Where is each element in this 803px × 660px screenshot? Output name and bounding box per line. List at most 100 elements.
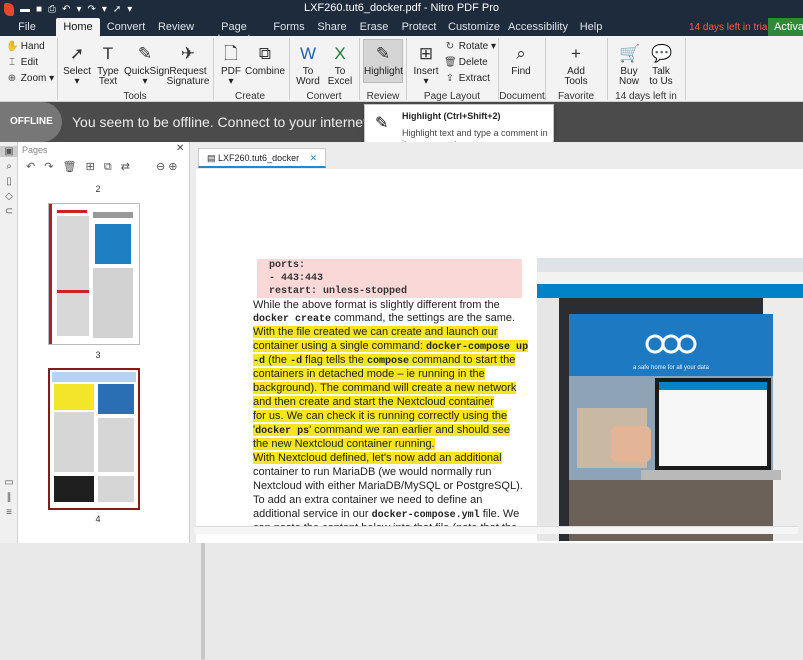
extract-page-icon[interactable]: ⧉ bbox=[104, 161, 112, 173]
extract-button[interactable]: ⇪ Extract bbox=[444, 73, 490, 84]
text-line: To add an extra container we need to def… bbox=[253, 494, 483, 506]
plus-icon: + bbox=[571, 44, 581, 63]
zoom-out-icon[interactable]: ⊖ bbox=[156, 161, 165, 173]
highlighted-text-line: container using a single command: docker… bbox=[253, 340, 529, 353]
trial-text: 14 days left in trial bbox=[689, 22, 770, 33]
page-number: 3 bbox=[95, 350, 101, 360]
highlighted-text-line: background). The command will create a n… bbox=[253, 382, 517, 394]
buy-now-button[interactable]: 🛒 Buy Now bbox=[614, 44, 644, 87]
highlighted-text-line: the new Nextcloud container running. bbox=[253, 438, 435, 450]
document-horizontal-scrollbar[interactable] bbox=[194, 526, 798, 534]
quicksign-button[interactable]: ✎ QuickSign ▾ bbox=[124, 44, 170, 87]
zoom-button[interactable]: ⊕ Zoom ▾ bbox=[6, 73, 54, 84]
to-word-button[interactable]: W To Word bbox=[294, 44, 322, 87]
delete-page-icon[interactable]: 🗑 bbox=[63, 161, 77, 173]
highlighted-text-line: containers in detached mode – ie running… bbox=[253, 368, 485, 380]
tab-home[interactable]: Home bbox=[56, 18, 100, 36]
close-tab-icon[interactable]: ✕ bbox=[310, 153, 318, 163]
paperclip-icon[interactable]: ∥ bbox=[0, 492, 18, 503]
group-label-convert: Convert bbox=[306, 91, 342, 102]
window-title: LXF260.tut6_docker.pdf - Nitro PDF Pro bbox=[303, 2, 500, 14]
nextcloud-screenshot-image: a safe home for all your data bbox=[537, 258, 803, 541]
talk-to-us-button[interactable]: 💬 Talk to Us bbox=[646, 44, 676, 87]
tab-convert[interactable]: Convert bbox=[106, 18, 146, 36]
title-bar: ▬ ■ ⎙ ↶ ▾ ↷ ▾ ➚ ▾ LXF260.tut6_docker.pdf… bbox=[0, 0, 803, 18]
tab-share[interactable]: Share bbox=[316, 18, 348, 36]
tab-erase[interactable]: Erase bbox=[358, 18, 390, 36]
hand-button[interactable]: ✋ Hand bbox=[6, 41, 45, 52]
pages-toolbar: ↶ ↷ 🗑 ⊞ ⧉ ⇄ bbox=[26, 160, 136, 174]
group-label-create: Create bbox=[234, 91, 265, 102]
zoom-in-icon[interactable]: ⊕ bbox=[168, 161, 177, 173]
add-tools-button[interactable]: + Add Tools bbox=[556, 44, 596, 87]
group-label-review: Review bbox=[366, 91, 400, 102]
tag-icon[interactable]: ◇ bbox=[0, 191, 18, 202]
pen-icon: ✎ bbox=[137, 44, 153, 63]
text-line: docker create command, the settings are … bbox=[253, 312, 516, 325]
group-label-document: Document bbox=[499, 91, 545, 102]
offline-badge: OFFLINE bbox=[0, 102, 62, 142]
ribbon: ✋ Hand ⌶ Edit ⊕ Zoom ▾ ➚ Select ▾ T Type Tex… bbox=[0, 36, 803, 113]
nextcloud-photo: a safe home for all your data bbox=[537, 258, 803, 541]
rotate-left-icon[interactable]: ↶ bbox=[26, 161, 35, 173]
code-line: ports: bbox=[257, 259, 522, 272]
select-button[interactable]: ➚ Select ▾ bbox=[62, 44, 92, 87]
pdf-page: ports: - 443:443 restart: unless-stopped… bbox=[196, 169, 803, 543]
page-3-preview bbox=[49, 204, 133, 344]
edit-icon: ⌶ bbox=[9, 57, 15, 68]
insert-page-icon: ⊞ bbox=[418, 44, 434, 63]
code-line: - 443:443 bbox=[257, 272, 522, 285]
type-text-button[interactable]: T Type Text bbox=[94, 44, 122, 87]
find-button[interactable]: ⌕ Find bbox=[504, 44, 538, 77]
tab-review[interactable]: Review bbox=[156, 18, 196, 36]
highlighted-text-line: With Nextcloud defined, let's now add an… bbox=[253, 452, 502, 464]
activate-button[interactable]: Activa bbox=[768, 18, 803, 36]
insert-button[interactable]: ⊞ Insert ▾ bbox=[412, 44, 440, 87]
page-thumbnail-3[interactable] bbox=[48, 203, 140, 345]
rotate-right-icon[interactable]: ↷ bbox=[44, 161, 53, 173]
close-icon[interactable]: ✕ bbox=[176, 143, 184, 154]
bookmark-icon[interactable]: ▯ bbox=[0, 176, 18, 187]
document-area: ▤ LXF260.tut6_docker ✕ ports: - 443:443 … bbox=[190, 142, 803, 543]
extract-icon: ⇪ bbox=[445, 73, 455, 84]
chat-icon: 💬 bbox=[651, 44, 673, 63]
trash-icon: 🗑 bbox=[444, 57, 457, 68]
tab-accessibility[interactable]: Accessibility bbox=[508, 18, 568, 36]
tab-protect[interactable]: Protect bbox=[400, 18, 438, 36]
send-icon: ✈ bbox=[180, 44, 196, 63]
request-signature-button[interactable]: ✈ Request Signature bbox=[166, 44, 210, 87]
document-tab[interactable]: ▤ LXF260.tut6_docker ✕ bbox=[198, 148, 327, 168]
insert-page-icon[interactable]: ⊞ bbox=[86, 161, 95, 173]
type-text-icon: T bbox=[102, 44, 114, 63]
tab-customize[interactable]: Customize bbox=[448, 18, 500, 36]
thumbnail-zoom: ⊖ ⊕ bbox=[156, 160, 178, 173]
tab-file[interactable]: File bbox=[8, 18, 46, 36]
combine-button[interactable]: ⧉ Combine bbox=[245, 44, 285, 77]
page-number: 2 bbox=[95, 184, 101, 194]
replace-page-icon[interactable]: ⇄ bbox=[121, 161, 130, 173]
group-label-tools: Tools bbox=[123, 91, 147, 102]
tab-forms[interactable]: Forms bbox=[272, 18, 306, 36]
create-pdf-button[interactable]: 🗋 PDF ▾ bbox=[218, 44, 244, 87]
comments-icon[interactable]: ▭ bbox=[0, 477, 18, 488]
tab-page-layout[interactable]: Page Layout bbox=[205, 18, 263, 45]
highlight-button[interactable]: ✎ Highlight bbox=[363, 39, 403, 83]
pages-panel-title: Pages bbox=[22, 145, 48, 155]
layers-icon[interactable]: ≡ bbox=[0, 507, 18, 518]
page-thumbnail-4[interactable] bbox=[48, 368, 140, 510]
hand-icon: ✋ bbox=[6, 41, 19, 52]
search-icon[interactable]: ⌕ bbox=[0, 161, 18, 172]
page-number: 4 bbox=[95, 514, 101, 524]
attachment-icon[interactable]: ⊂ bbox=[0, 206, 18, 217]
pages-panel-icon[interactable]: ▣ bbox=[0, 146, 18, 157]
cursor-icon: ➚ bbox=[69, 44, 85, 63]
tab-help[interactable]: Help bbox=[578, 18, 604, 36]
text-line: additional service in our docker-compose… bbox=[253, 508, 520, 521]
rotate-button[interactable]: ↻ Rotate ▾ bbox=[444, 41, 496, 52]
to-excel-button[interactable]: X To Excel bbox=[325, 44, 355, 87]
tooltip-title: Highlight (Ctrl+Shift+2) bbox=[402, 111, 501, 121]
edit-button[interactable]: ⌶ Edit bbox=[6, 57, 38, 68]
divider bbox=[57, 38, 58, 100]
delete-button[interactable]: 🗑 Delete bbox=[444, 57, 488, 68]
page-4-preview bbox=[52, 372, 136, 502]
